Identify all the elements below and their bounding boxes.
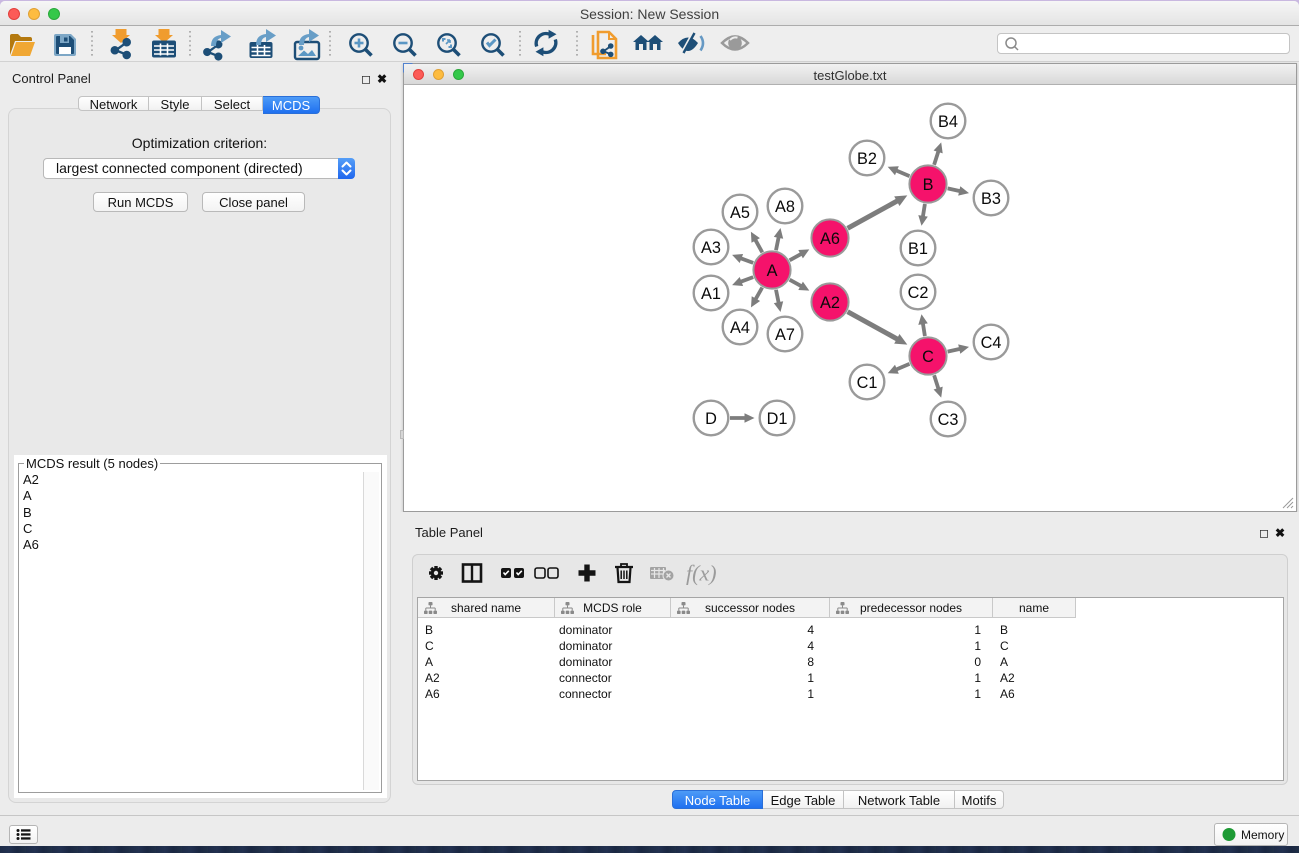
svg-text:A7: A7	[775, 326, 795, 344]
svg-text:A: A	[767, 262, 778, 280]
svg-text:C1: C1	[857, 374, 878, 392]
svg-text:A5: A5	[730, 204, 750, 222]
svg-text:C2: C2	[908, 284, 929, 302]
svg-text:D1: D1	[767, 410, 788, 428]
svg-text:Memory: Memory	[1241, 828, 1284, 842]
svg-text:B4: B4	[938, 113, 958, 131]
svg-text:B2: B2	[857, 150, 877, 168]
svg-text:f(x): f(x)	[686, 561, 717, 586]
svg-text:C3: C3	[938, 411, 959, 429]
svg-text:A4: A4	[730, 319, 750, 337]
svg-text:A8: A8	[775, 198, 795, 216]
svg-text:C4: C4	[981, 334, 1002, 352]
svg-text:A3: A3	[701, 239, 721, 257]
svg-text:B1: B1	[908, 240, 928, 258]
svg-text:B3: B3	[981, 190, 1001, 208]
svg-text:A6: A6	[820, 230, 840, 248]
svg-text:A2: A2	[820, 294, 840, 312]
svg-text:D: D	[705, 410, 717, 428]
svg-text:B: B	[923, 176, 934, 194]
svg-text:A1: A1	[701, 285, 721, 303]
svg-text:C: C	[922, 348, 934, 366]
